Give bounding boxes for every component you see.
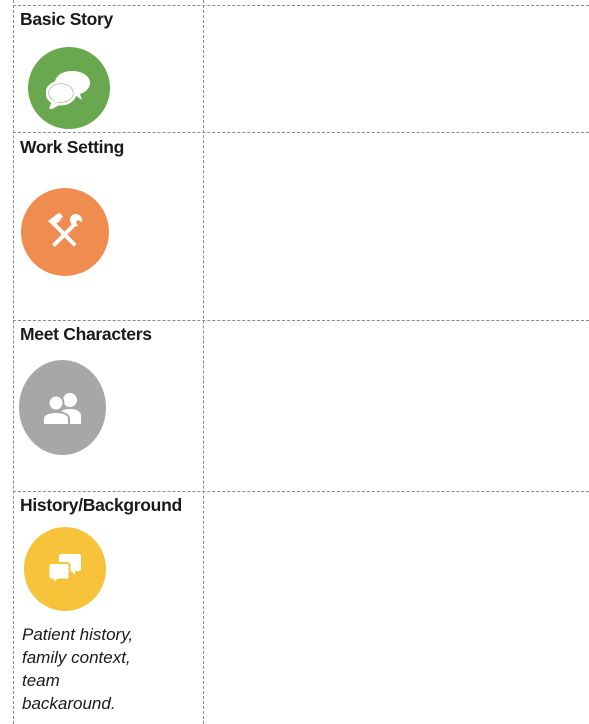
table-cell-history-background-content[interactable] bbox=[204, 492, 589, 724]
table-row-meet-characters: Meet Characters bbox=[14, 320, 202, 491]
note-line: team bbox=[22, 671, 60, 690]
hammer-wrench-icon bbox=[21, 188, 109, 276]
row-title: Work Setting bbox=[20, 137, 124, 157]
table-cell-work-setting-content[interactable] bbox=[204, 133, 589, 320]
story-planning-table: Basic Story Work Setting Meet Characters… bbox=[0, 0, 589, 724]
row-note: Patient history, family context, team ba… bbox=[22, 623, 192, 715]
table-row-work-setting: Work Setting bbox=[14, 132, 202, 320]
chat-icon bbox=[24, 527, 106, 611]
table-cell-meet-characters-content[interactable] bbox=[204, 321, 589, 491]
note-line: backaround. bbox=[22, 694, 116, 713]
table-cell-basic-story-content[interactable] bbox=[204, 6, 589, 132]
table-row-history-background: History/Background Patient history, fami… bbox=[14, 491, 202, 724]
row-title: Basic Story bbox=[20, 9, 113, 29]
note-line: Patient history, bbox=[22, 625, 134, 644]
row-title: Meet Characters bbox=[20, 324, 152, 344]
table-row-basic-story: Basic Story bbox=[14, 5, 202, 132]
row-title: History/Background bbox=[20, 495, 182, 515]
people-icon bbox=[19, 360, 106, 455]
speech-bubbles-icon bbox=[28, 47, 110, 129]
note-line: family context, bbox=[22, 648, 131, 667]
